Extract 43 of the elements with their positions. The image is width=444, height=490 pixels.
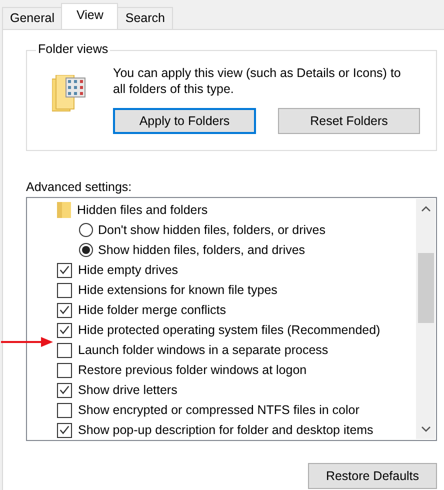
tab[interactable]: View bbox=[61, 3, 118, 29]
group-title: Folder views bbox=[36, 42, 110, 56]
setting-label: Show encrypted or compressed NTFS files in color bbox=[78, 403, 360, 417]
checkmark-icon bbox=[58, 263, 71, 277]
setting-label: Hidden files and folders bbox=[77, 203, 208, 217]
checkbox[interactable] bbox=[57, 262, 72, 278]
scrollbar-thumb[interactable] bbox=[418, 253, 434, 323]
setting-label: Restore previous folder windows at logon bbox=[78, 363, 307, 377]
tab[interactable]: Search bbox=[117, 7, 173, 29]
description-text: You can apply this view (such as Details or Icons) to all folders of this type. bbox=[113, 65, 402, 97]
checkbox[interactable] bbox=[57, 342, 72, 358]
setting-label: Show drive letters bbox=[78, 383, 178, 397]
checkbox[interactable] bbox=[57, 362, 72, 378]
checkmark-icon bbox=[58, 303, 71, 317]
checkbox[interactable] bbox=[57, 382, 72, 398]
setting-label: Hide folder merge conflicts bbox=[78, 303, 226, 317]
setting-label: Show hidden files, folders, and drives bbox=[98, 243, 306, 257]
setting-label: Hide extensions for known file types bbox=[78, 283, 278, 297]
radio-button[interactable] bbox=[79, 223, 93, 237]
setting-label: Don't show hidden files, folders, or drives bbox=[98, 223, 326, 237]
checkbox[interactable] bbox=[57, 282, 72, 298]
checkbox[interactable] bbox=[57, 422, 72, 438]
scroll-up-icon[interactable] bbox=[420, 205, 430, 213]
setting-label: Show pop-up description for folder and desktop items bbox=[78, 423, 374, 437]
section-label: Advanced settings: bbox=[26, 180, 133, 194]
checkmark-icon bbox=[58, 323, 71, 337]
checkbox[interactable] bbox=[57, 322, 72, 338]
radio-button[interactable] bbox=[79, 243, 93, 257]
tab[interactable]: General bbox=[2, 7, 62, 29]
checkbox[interactable] bbox=[57, 402, 72, 418]
restore-defaults-button[interactable]: Restore Defaults bbox=[308, 463, 437, 489]
checkbox[interactable] bbox=[57, 302, 72, 318]
setting-label: Hide empty drives bbox=[78, 263, 178, 277]
setting-label: Launch folder windows in a separate process bbox=[78, 343, 328, 357]
folder-button[interactable]: Apply to Folders bbox=[113, 108, 256, 134]
folder-icon bbox=[52, 75, 86, 113]
scrollbar[interactable] bbox=[416, 199, 435, 439]
checkmark-icon bbox=[58, 383, 71, 397]
setting-label: Hide protected operating system files (Recommended) bbox=[78, 323, 380, 337]
folder-button[interactable]: Reset Folders bbox=[278, 108, 420, 134]
scroll-down-icon[interactable] bbox=[420, 425, 430, 433]
checkmark-icon bbox=[58, 423, 71, 437]
folder-icon bbox=[57, 202, 71, 218]
